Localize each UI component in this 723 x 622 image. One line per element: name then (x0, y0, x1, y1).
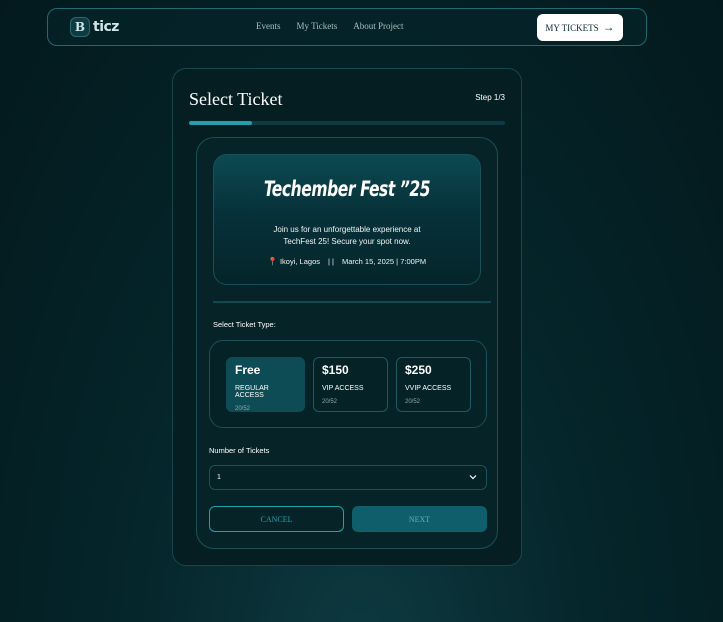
page-title: Select Ticket (189, 89, 283, 109)
ticket-selection-card: Select Ticket Step 1/3 Techember Fest ”2… (172, 68, 522, 566)
event-title: Techember Fest ”25 (263, 177, 431, 201)
event-meta: 📍 Ikoyi, Lagos | | March 15, 2025 | 7:00… (214, 257, 480, 266)
ticket-quantity-select[interactable]: 1 (209, 465, 487, 490)
chevron-down-icon (469, 475, 477, 480)
logo-mark-icon: B (70, 17, 90, 37)
ticket-name: VIP ACCESS (322, 385, 364, 392)
progress-fill (189, 121, 253, 125)
location-pin-icon: 📍 (267, 257, 278, 266)
nav-link-about-project[interactable]: About Project (353, 21, 403, 31)
section-divider (213, 301, 491, 303)
ticket-type-regular[interactable]: Free REGULAR ACCESS 20/52 (226, 357, 305, 412)
arrow-right-icon: → (602, 20, 615, 34)
ticket-name: VVIP ACCESS (405, 385, 452, 392)
step-indicator: Step 1/3 (475, 93, 505, 102)
ticket-type-vip[interactable]: $150 VIP ACCESS 20/52 (313, 357, 388, 412)
next-button[interactable]: NEXT (352, 506, 487, 532)
event-banner: Techember Fest ”25 Join us for an unforg… (213, 154, 481, 285)
cancel-button[interactable]: CANCEL (209, 506, 344, 532)
my-tickets-button[interactable]: MY TICKETS → (537, 14, 623, 41)
ticket-availability: 20/52 (405, 399, 421, 405)
meta-separator: | | (328, 257, 334, 266)
ticket-type-label: Select Ticket Type: (213, 320, 276, 329)
progress-bar (189, 121, 505, 125)
logo[interactable]: B ticz (70, 17, 119, 37)
event-description: Join us for an unforgettable experience … (273, 225, 421, 246)
ticket-price: $150 (322, 363, 349, 377)
ticket-availability: 20/52 (235, 406, 251, 412)
ticket-price: Free (235, 363, 261, 377)
top-navbar: B ticz Events My Tickets About Project M… (47, 8, 647, 46)
ticket-quantity-value: 1 (217, 474, 221, 481)
nav-links: Events My Tickets About Project (256, 21, 404, 31)
ticket-price: $250 (405, 363, 432, 377)
ticket-form-panel: Techember Fest ”25 Join us for an unforg… (196, 137, 498, 549)
nav-link-my-tickets[interactable]: My Tickets (297, 21, 338, 31)
ticket-quantity-label: Number of Tickets (209, 446, 270, 455)
ticket-availability: 20/52 (322, 399, 338, 405)
event-location-group: 📍 Ikoyi, Lagos (268, 257, 320, 266)
event-location: Ikoyi, Lagos (279, 257, 320, 266)
nav-link-events[interactable]: Events (256, 21, 281, 31)
my-tickets-label: MY TICKETS (545, 22, 599, 33)
ticket-type-options: Free REGULAR ACCESS 20/52 $150 VIP ACCES… (209, 340, 487, 428)
ticket-name: REGULAR ACCESS (235, 385, 269, 399)
event-datetime: March 15, 2025 | 7:00PM (341, 257, 427, 266)
logo-text: ticz (93, 19, 119, 35)
ticket-type-vvip[interactable]: $250 VVIP ACCESS 20/52 (396, 357, 471, 412)
